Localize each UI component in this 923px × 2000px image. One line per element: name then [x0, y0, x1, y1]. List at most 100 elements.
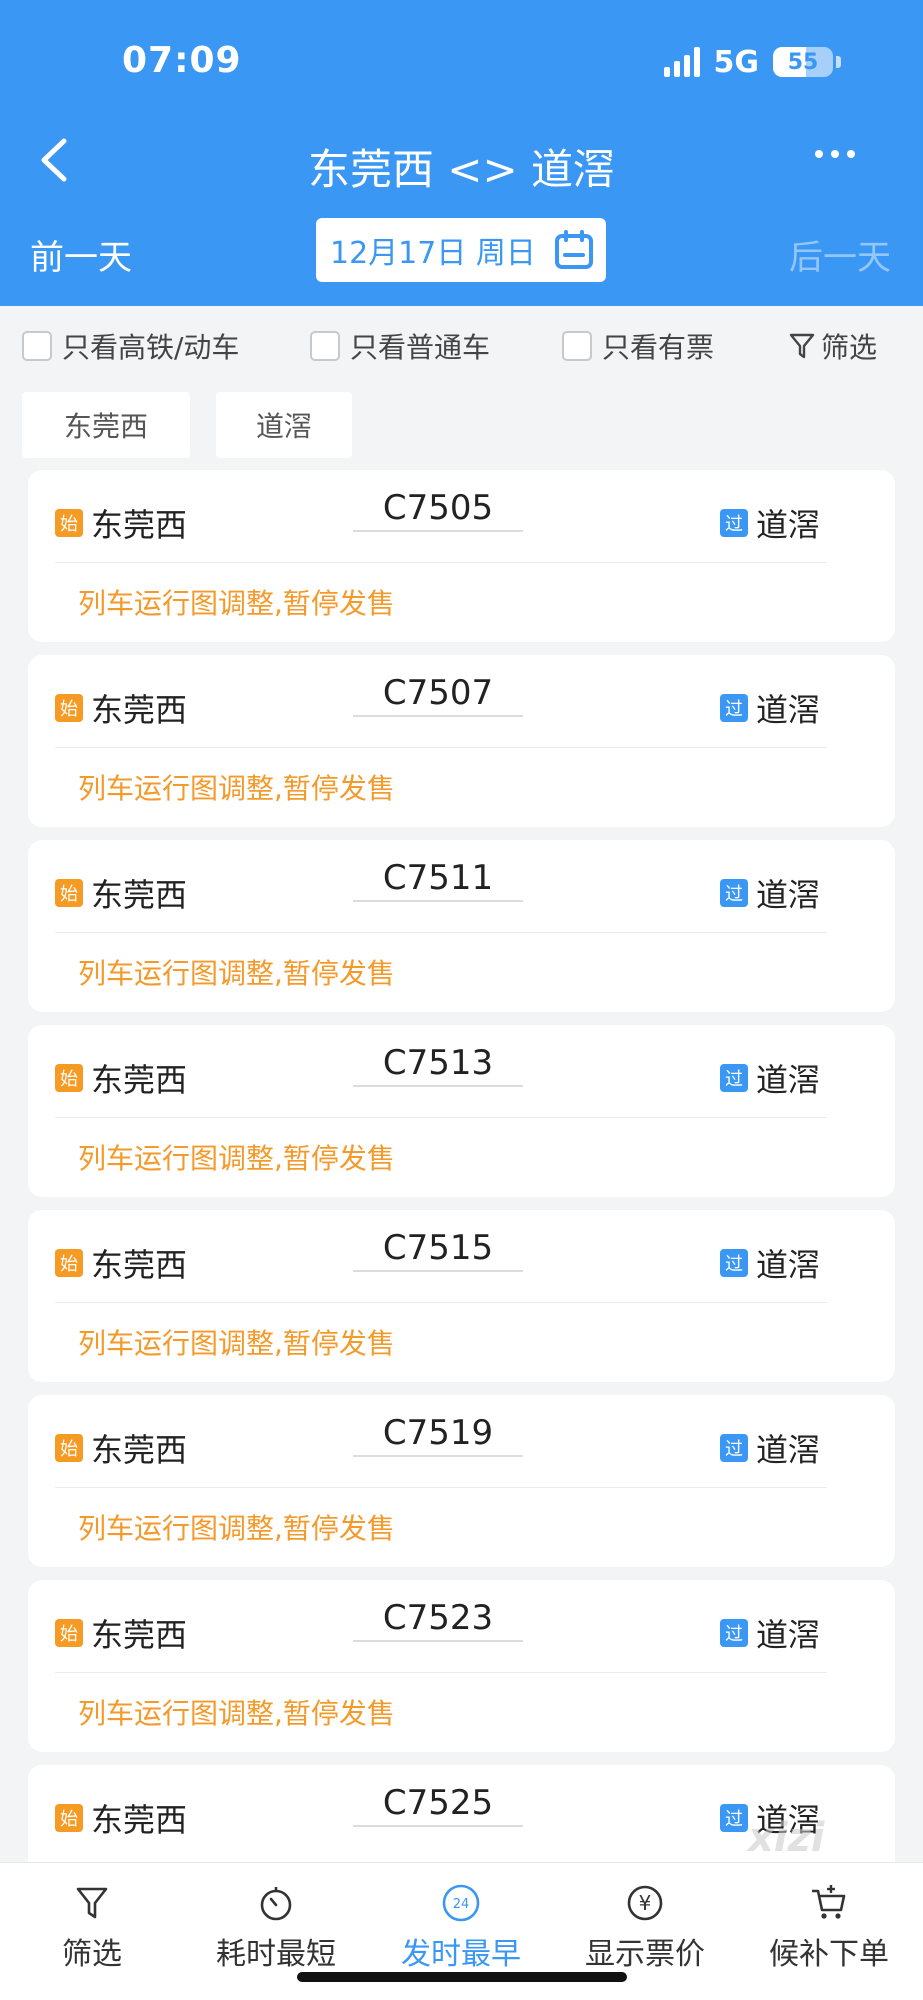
battery-level: 55: [787, 49, 819, 75]
filter-button[interactable]: 筛选: [789, 326, 877, 366]
train-card[interactable]: 始东莞西 C7505 过道滘 列车运行图调整,暂停发售: [28, 470, 895, 642]
pass-badge: 过: [720, 694, 748, 722]
station-tab-to[interactable]: 道滘: [216, 392, 352, 458]
train-number: C7511: [382, 858, 494, 898]
pass-badge: 过: [720, 1064, 748, 1092]
divider: [55, 1117, 827, 1118]
sale-notice: 列车运行图调整,暂停发售: [78, 957, 395, 990]
checkbox-high-speed[interactable]: 只看高铁/动车: [22, 326, 239, 366]
checkbox-box: [562, 331, 592, 361]
arrival-station: 过道滘: [720, 1425, 820, 1471]
departure-station: 始东莞西: [55, 1055, 187, 1101]
departure-station: 始东莞西: [55, 685, 187, 731]
train-card[interactable]: 始东莞西 C7513 过道滘 列车运行图调整,暂停发售: [28, 1025, 895, 1197]
arrival-station: 过道滘: [720, 1240, 820, 1286]
signal-icon: [663, 47, 700, 77]
start-badge: 始: [55, 1434, 83, 1462]
train-line: [353, 1270, 523, 1272]
tab-label: 筛选: [62, 1937, 122, 1972]
train-line: [353, 1640, 523, 1642]
sale-notice: 列车运行图调整,暂停发售: [78, 1327, 395, 1360]
checkbox-available-only[interactable]: 只看有票: [562, 326, 714, 366]
checkbox-label: 只看高铁/动车: [62, 331, 240, 364]
departure-station: 始东莞西: [55, 1610, 187, 1656]
header-bar: 07:09 5G 55 东莞西 <> 道滘 前一天 12月17日 周日 后一天: [0, 0, 923, 306]
tab-label: 发时最早: [401, 1937, 521, 1972]
train-number: C7513: [382, 1043, 494, 1083]
divider: [55, 932, 827, 933]
departure-station: 始东莞西: [55, 870, 187, 916]
checkbox-box: [310, 331, 340, 361]
stopwatch-icon: [260, 1887, 292, 1921]
train-card[interactable]: 始东莞西 C7519 过道滘 列车运行图调整,暂停发售: [28, 1395, 895, 1567]
checkbox-box: [22, 331, 52, 361]
tab-show-price[interactable]: ¥ 显示票价: [570, 1881, 720, 1973]
departure-station: 始东莞西: [55, 1795, 187, 1841]
network-type: 5G: [713, 44, 760, 80]
arrival-station: 过道滘: [720, 870, 820, 916]
train-number: C7525: [382, 1783, 494, 1823]
pass-badge: 过: [720, 509, 748, 537]
funnel-icon: [76, 1887, 108, 1919]
train-line: [353, 1825, 523, 1827]
selected-date: 12月17日 周日: [330, 236, 536, 271]
departure-station: 始东莞西: [55, 500, 187, 546]
start-badge: 始: [55, 509, 83, 537]
station-tab-from[interactable]: 东莞西: [22, 392, 190, 458]
tab-filter[interactable]: 筛选: [17, 1881, 167, 1973]
train-card[interactable]: 始东莞西 C7515 过道滘 列车运行图调整,暂停发售: [28, 1210, 895, 1382]
status-indicators: 5G 55: [663, 44, 841, 80]
tab-earliest-departure[interactable]: 24 发时最早: [386, 1881, 536, 1973]
tab-waitlist[interactable]: 候补下单: [754, 1881, 904, 1973]
start-badge: 始: [55, 1064, 83, 1092]
start-badge: 始: [55, 879, 83, 907]
train-line: [353, 715, 523, 717]
pass-badge: 过: [720, 879, 748, 907]
pass-badge: 过: [720, 1249, 748, 1277]
departure-station: 始东莞西: [55, 1425, 187, 1471]
start-badge: 始: [55, 1249, 83, 1277]
divider: [55, 1487, 827, 1488]
checkbox-normal-train[interactable]: 只看普通车: [310, 326, 490, 366]
more-options-button[interactable]: [815, 150, 855, 158]
sale-notice: 列车运行图调整,暂停发售: [78, 772, 395, 805]
start-badge: 始: [55, 1804, 83, 1832]
train-number: C7515: [382, 1228, 494, 1268]
train-card[interactable]: 始东莞西 C7523 过道滘 列车运行图调整,暂停发售: [28, 1580, 895, 1752]
tab-label: 候补下单: [769, 1937, 889, 1972]
date-picker[interactable]: 12月17日 周日: [316, 218, 606, 282]
svg-text:24: 24: [453, 1897, 470, 1912]
train-card[interactable]: 始东莞西 C7511 过道滘 列车运行图调整,暂停发售: [28, 840, 895, 1012]
svg-text:¥: ¥: [639, 1891, 652, 1915]
start-badge: 始: [55, 694, 83, 722]
train-number: C7523: [382, 1598, 494, 1638]
start-badge: 始: [55, 1619, 83, 1647]
divider: [55, 1302, 827, 1303]
funnel-icon: [789, 333, 815, 359]
arrival-station: 过道滘: [720, 685, 820, 731]
tab-label: 耗时最短: [216, 1937, 336, 1972]
train-card[interactable]: 始东莞西 C7507 过道滘 列车运行图调整,暂停发售: [28, 655, 895, 827]
tab-label: 显示票价: [585, 1937, 705, 1972]
watermark: xizi: [748, 1815, 825, 1861]
checkbox-label: 只看有票: [602, 331, 715, 364]
battery-icon: 55: [773, 47, 833, 77]
divider: [55, 1672, 827, 1673]
divider: [55, 747, 827, 748]
filter-label: 筛选: [820, 331, 877, 364]
arrival-station: 过道滘: [720, 1055, 820, 1101]
train-line: [353, 1085, 523, 1087]
calendar-icon: [555, 230, 593, 269]
train-line: [353, 900, 523, 902]
home-indicator: [297, 1972, 627, 1982]
pass-badge: 过: [720, 1804, 748, 1832]
next-day-button[interactable]: 后一天: [789, 230, 891, 279]
arrival-station: 过道滘: [720, 500, 820, 546]
tab-shortest-duration[interactable]: 耗时最短: [201, 1881, 351, 1973]
prev-day-button[interactable]: 前一天: [30, 230, 132, 279]
train-line: [353, 1455, 523, 1457]
sale-notice: 列车运行图调整,暂停发售: [78, 587, 395, 620]
pass-badge: 过: [720, 1619, 748, 1647]
arrival-station: 过道滘: [720, 1610, 820, 1656]
route-title: 东莞西 <> 道滘: [307, 145, 616, 194]
